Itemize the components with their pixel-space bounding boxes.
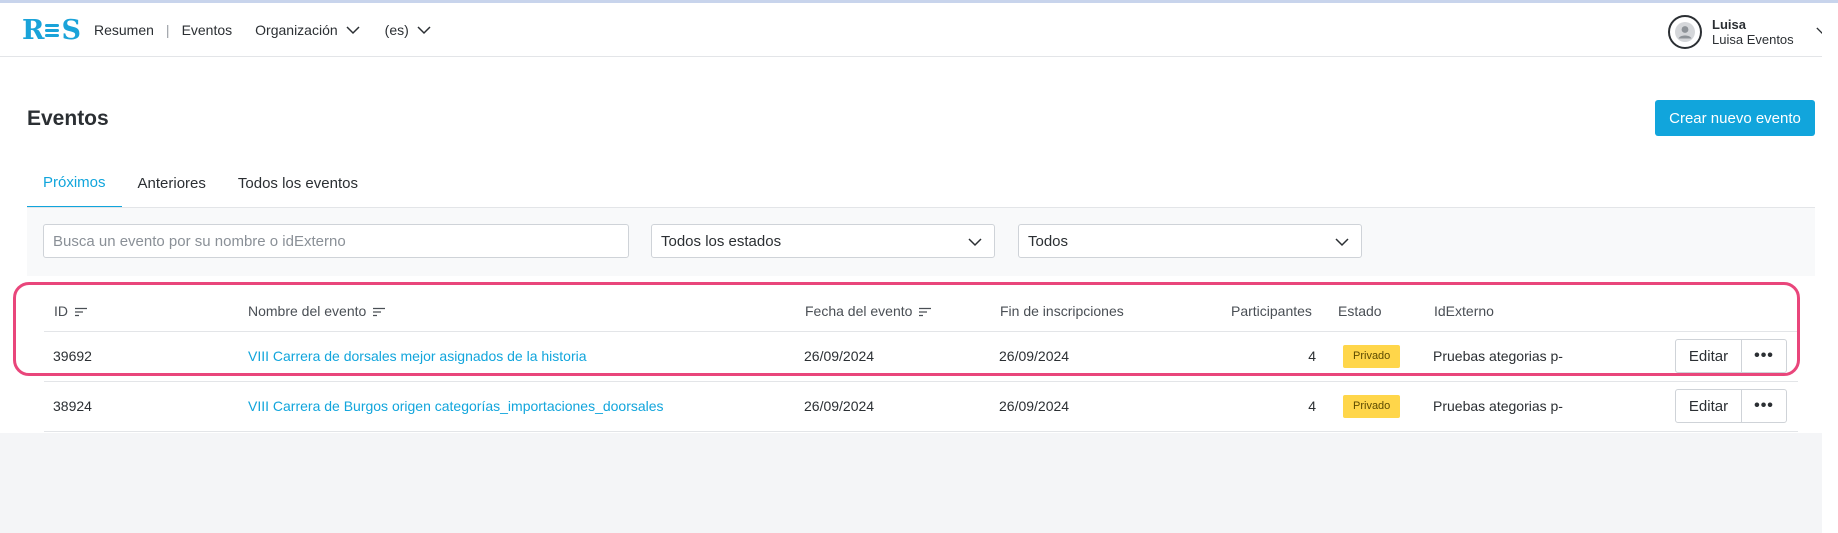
type-select-value: Todos [1028, 232, 1069, 250]
column-header-id[interactable]: ID [54, 290, 88, 332]
column-header-date-label: Fecha del evento [805, 303, 913, 319]
sort-icon [74, 308, 87, 317]
status-badge: Privado [1343, 395, 1401, 418]
nav-organizacion-dropdown[interactable]: Organización [255, 22, 360, 38]
status-select[interactable]: Todos los estados [651, 224, 995, 258]
cell-id: 38924 [53, 398, 92, 414]
cell-id: 39692 [53, 348, 92, 364]
sort-icon [373, 308, 386, 317]
column-header-status: Estado [1338, 303, 1382, 319]
column-header-registration-end: Fin de inscripciones [1000, 303, 1124, 319]
page: R S Resumen | Eventos Organización (es) [0, 3, 1828, 433]
app-logo[interactable]: R S [22, 14, 81, 46]
main-nav: Resumen | Eventos Organización (es) [94, 3, 431, 56]
cell-event-date: 26/09/2024 [804, 398, 875, 414]
scrollbar-track[interactable] [1822, 3, 1838, 533]
edit-button[interactable]: Editar [1675, 339, 1742, 373]
column-header-external-id: IdExterno [1434, 303, 1494, 319]
type-select[interactable]: Todos [1018, 224, 1362, 258]
chevron-down-icon [968, 238, 982, 247]
nav-eventos[interactable]: Eventos [182, 22, 233, 38]
sort-icon [919, 308, 932, 317]
column-header-id-label: ID [54, 303, 68, 319]
status-select-value: Todos los estados [661, 232, 782, 250]
tab-todos-los-eventos[interactable]: Todos los eventos [222, 158, 374, 208]
user-name: Luisa [1712, 17, 1746, 32]
cell-participants: 4 [1308, 398, 1316, 414]
create-event-button[interactable]: Crear nuevo evento [1655, 100, 1815, 136]
nav-resumen[interactable]: Resumen [94, 22, 154, 38]
edit-button[interactable]: Editar [1675, 389, 1742, 423]
more-options-button[interactable]: ••• [1741, 389, 1787, 423]
logo-letter-right: S [61, 14, 80, 46]
cell-participants: 4 [1308, 348, 1316, 364]
cell-external-id: Pruebas ategorias p- [1433, 348, 1563, 364]
table-row: 39692 VIII Carrera de dorsales mejor asi… [44, 332, 1798, 382]
column-header-participants: Participantes [1231, 303, 1312, 319]
search-input[interactable] [43, 224, 629, 258]
event-name-link[interactable]: VIII Carrera de Burgos origen categorías… [248, 382, 664, 431]
chevron-down-icon [346, 25, 360, 34]
event-name-link[interactable]: VIII Carrera de dorsales mejor asignados… [248, 332, 587, 381]
more-options-button[interactable]: ••• [1741, 339, 1787, 373]
logo-letter-left: R [22, 14, 44, 46]
chevron-down-icon [1335, 238, 1349, 247]
table-row: 38924 VIII Carrera de Burgos origen cate… [44, 382, 1798, 432]
column-header-name[interactable]: Nombre del evento [248, 290, 386, 332]
event-tabs: Próximos Anteriores Todos los eventos [27, 158, 374, 208]
top-navbar: R S Resumen | Eventos Organización (es) [0, 3, 1828, 57]
filter-panel: Todos los estados Todos [27, 208, 1815, 276]
tab-anteriores[interactable]: Anteriores [122, 158, 222, 208]
column-header-name-label: Nombre del evento [248, 303, 367, 319]
page-title: Eventos [27, 107, 109, 130]
nav-separator: | [165, 21, 170, 38]
cell-event-date: 26/09/2024 [804, 348, 875, 364]
cell-registration-end: 26/09/2024 [999, 398, 1070, 414]
user-organization: Luisa Eventos [1712, 32, 1794, 47]
nav-language-label: (es) [384, 21, 409, 38]
nav-organizacion-label: Organización [255, 21, 338, 38]
chevron-down-icon [417, 25, 431, 34]
cell-registration-end: 26/09/2024 [999, 348, 1070, 364]
logo-bars-icon [44, 19, 60, 41]
user-icon [1675, 22, 1695, 42]
user-menu[interactable]: Luisa Luisa Eventos [1668, 14, 1828, 50]
column-header-date[interactable]: Fecha del evento [805, 290, 932, 332]
cell-external-id: Pruebas ategorias p- [1433, 398, 1563, 414]
avatar [1668, 15, 1702, 49]
tab-proximos[interactable]: Próximos [27, 158, 122, 208]
nav-language-dropdown[interactable]: (es) [385, 22, 431, 38]
status-badge: Privado [1343, 345, 1401, 368]
